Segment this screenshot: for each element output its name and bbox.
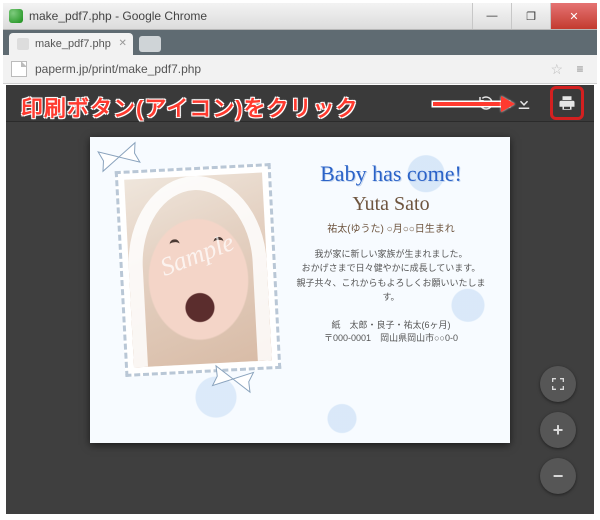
card-footer: 紙 太郎・良子・祐太(6ヶ月) 〒000-0001 岡山県岡山市○○0-0 xyxy=(290,319,492,346)
baby-photo xyxy=(115,163,282,377)
address-bar: paperm.jp/print/make_pdf7.php ☆ ≡ xyxy=(3,55,597,84)
print-icon xyxy=(558,94,576,112)
tab-label: make_pdf7.php xyxy=(35,38,111,50)
chrome-app-icon xyxy=(9,9,23,23)
card-name: Yuta Sato xyxy=(290,193,492,216)
chrome-menu-icon[interactable]: ≡ xyxy=(571,60,589,78)
card-reading: 祐太(ゆうた) ○月○○日生まれ xyxy=(290,220,492,235)
fit-page-button[interactable] xyxy=(540,366,576,402)
card-body: 我が家に新しい家族が生まれました。 おかげさまで日々健やかに成長しています。 親… xyxy=(290,247,492,305)
pdf-viewer: Baby has come! Yuta Sato 祐太(ゆうた) ○月○○日生ま… xyxy=(6,85,594,514)
instruction-annotation: 印刷ボタン(アイコン)をクリック xyxy=(21,91,359,123)
tab-strip: make_pdf7.php ✕ xyxy=(3,30,597,55)
window-title: make_pdf7.php - Google Chrome xyxy=(29,9,472,23)
close-tab-icon[interactable]: ✕ xyxy=(118,38,126,49)
url-text[interactable]: paperm.jp/print/make_pdf7.php xyxy=(35,62,542,76)
close-window-button[interactable]: ✕ xyxy=(550,3,597,29)
zoom-in-button[interactable]: + xyxy=(540,412,576,448)
pdf-page: Baby has come! Yuta Sato 祐太(ゆうた) ○月○○日生ま… xyxy=(90,137,510,443)
maximize-button[interactable]: ❐ xyxy=(511,3,550,29)
zoom-out-button[interactable]: − xyxy=(540,458,576,494)
annotation-arrow xyxy=(433,99,523,109)
print-button[interactable] xyxy=(555,91,579,115)
window-titlebar: make_pdf7.php - Google Chrome ― ❐ ✕ xyxy=(3,3,597,30)
bookmark-star-icon[interactable]: ☆ xyxy=(550,61,563,78)
fit-icon xyxy=(550,376,566,392)
card-text: Baby has come! Yuta Sato 祐太(ゆうた) ○月○○日生ま… xyxy=(290,161,492,346)
card-headline: Baby has come! xyxy=(290,161,492,187)
browser-tab[interactable]: make_pdf7.php ✕ xyxy=(9,33,133,55)
print-button-highlight xyxy=(550,86,584,120)
favicon xyxy=(17,38,29,50)
minimize-button[interactable]: ― xyxy=(472,3,511,29)
new-tab-button[interactable] xyxy=(139,36,161,52)
page-icon xyxy=(11,61,27,77)
